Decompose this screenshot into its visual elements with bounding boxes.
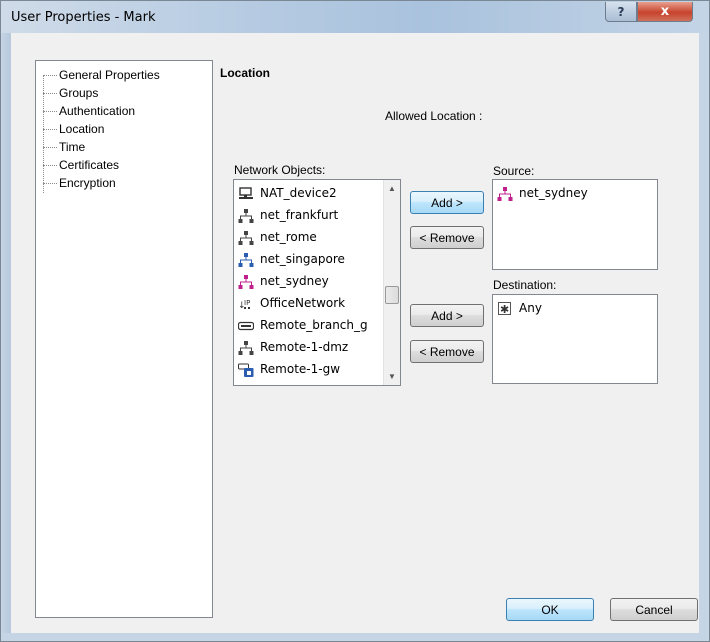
close-button[interactable]: x	[637, 2, 693, 22]
help-button[interactable]: ?	[605, 2, 637, 22]
network-icon	[238, 230, 254, 245]
host-icon	[238, 186, 254, 201]
scroll-up-icon[interactable]: ▲	[384, 180, 400, 197]
cancel-button[interactable]: Cancel	[610, 598, 698, 621]
list-item[interactable]: NAT_device2	[238, 183, 337, 203]
list-item[interactable]: net_sydney	[497, 183, 588, 203]
list-item[interactable]: ↓ IP OfficeNetwork	[238, 293, 345, 313]
window-frame-left	[1, 33, 11, 641]
remove-destination-button[interactable]: < Remove	[410, 340, 484, 363]
network-icon	[238, 274, 254, 289]
list-item[interactable]: net_singapore	[238, 249, 345, 269]
network-objects-label: Network Objects:	[234, 163, 326, 177]
svg-text:IP: IP	[244, 299, 250, 307]
tree-item-encryption[interactable]: Encryption	[43, 174, 116, 192]
scroll-down-icon[interactable]: ▼	[384, 368, 400, 385]
list-item[interactable]: net_rome	[238, 227, 317, 247]
tree-item-time[interactable]: Time	[43, 138, 85, 156]
list-item[interactable]: Remote-1-gw	[238, 359, 340, 379]
list-item[interactable]: net_frankfurt	[238, 205, 338, 225]
destination-list[interactable]: ✱ Any	[492, 294, 658, 384]
network-objects-list[interactable]: NAT_device2 net_frankfurt net_rome net_s…	[233, 179, 401, 386]
network-icon	[238, 252, 254, 267]
add-destination-button[interactable]: Add >	[410, 304, 484, 327]
network-icon	[238, 208, 254, 223]
address-range-icon: ↓ IP	[238, 297, 254, 311]
section-title: Location	[220, 66, 270, 80]
network-icon	[238, 340, 254, 355]
list-item[interactable]: ✱ Any	[497, 298, 542, 318]
title-bar[interactable]: User Properties - Mark ? x	[1, 1, 709, 33]
window-frame-bottom	[1, 633, 709, 641]
window-frame-right	[699, 33, 709, 641]
help-icon: ?	[617, 4, 625, 19]
source-list[interactable]: net_sydney	[492, 179, 658, 270]
ok-button[interactable]: OK	[506, 598, 594, 621]
remove-source-button[interactable]: < Remove	[410, 226, 484, 249]
scroll-thumb[interactable]	[385, 286, 399, 304]
network-icon	[497, 186, 513, 201]
tree-item-certificates[interactable]: Certificates	[43, 156, 119, 174]
tree-item-authentication[interactable]: Authentication	[43, 102, 135, 120]
user-properties-dialog: User Properties - Mark ? x General Prope…	[0, 0, 710, 642]
gateway-icon	[237, 319, 255, 333]
dialog-content: General Properties Groups Authentication…	[11, 33, 699, 633]
properties-tree[interactable]: General Properties Groups Authentication…	[35, 60, 213, 618]
list-item[interactable]: Remote-1-dmz	[238, 337, 348, 357]
tree-item-general-properties[interactable]: General Properties	[43, 66, 160, 84]
allowed-location-label: Allowed Location :	[385, 109, 483, 123]
gateway-cluster-icon	[238, 363, 254, 377]
network-objects-scrollbar[interactable]: ▲ ▼	[383, 180, 400, 385]
tree-item-location[interactable]: Location	[43, 120, 104, 138]
list-item[interactable]: Remote_branch_g	[237, 315, 368, 335]
add-source-button[interactable]: Add >	[410, 191, 484, 214]
close-icon: x	[660, 4, 670, 19]
tree-item-groups[interactable]: Groups	[43, 84, 98, 102]
destination-label: Destination:	[493, 278, 557, 292]
list-item[interactable]: net_sydney	[238, 271, 329, 291]
source-label: Source:	[493, 164, 535, 178]
window-title: User Properties - Mark	[11, 10, 156, 25]
any-icon: ✱	[497, 301, 513, 316]
svg-text:✱: ✱	[500, 303, 509, 316]
